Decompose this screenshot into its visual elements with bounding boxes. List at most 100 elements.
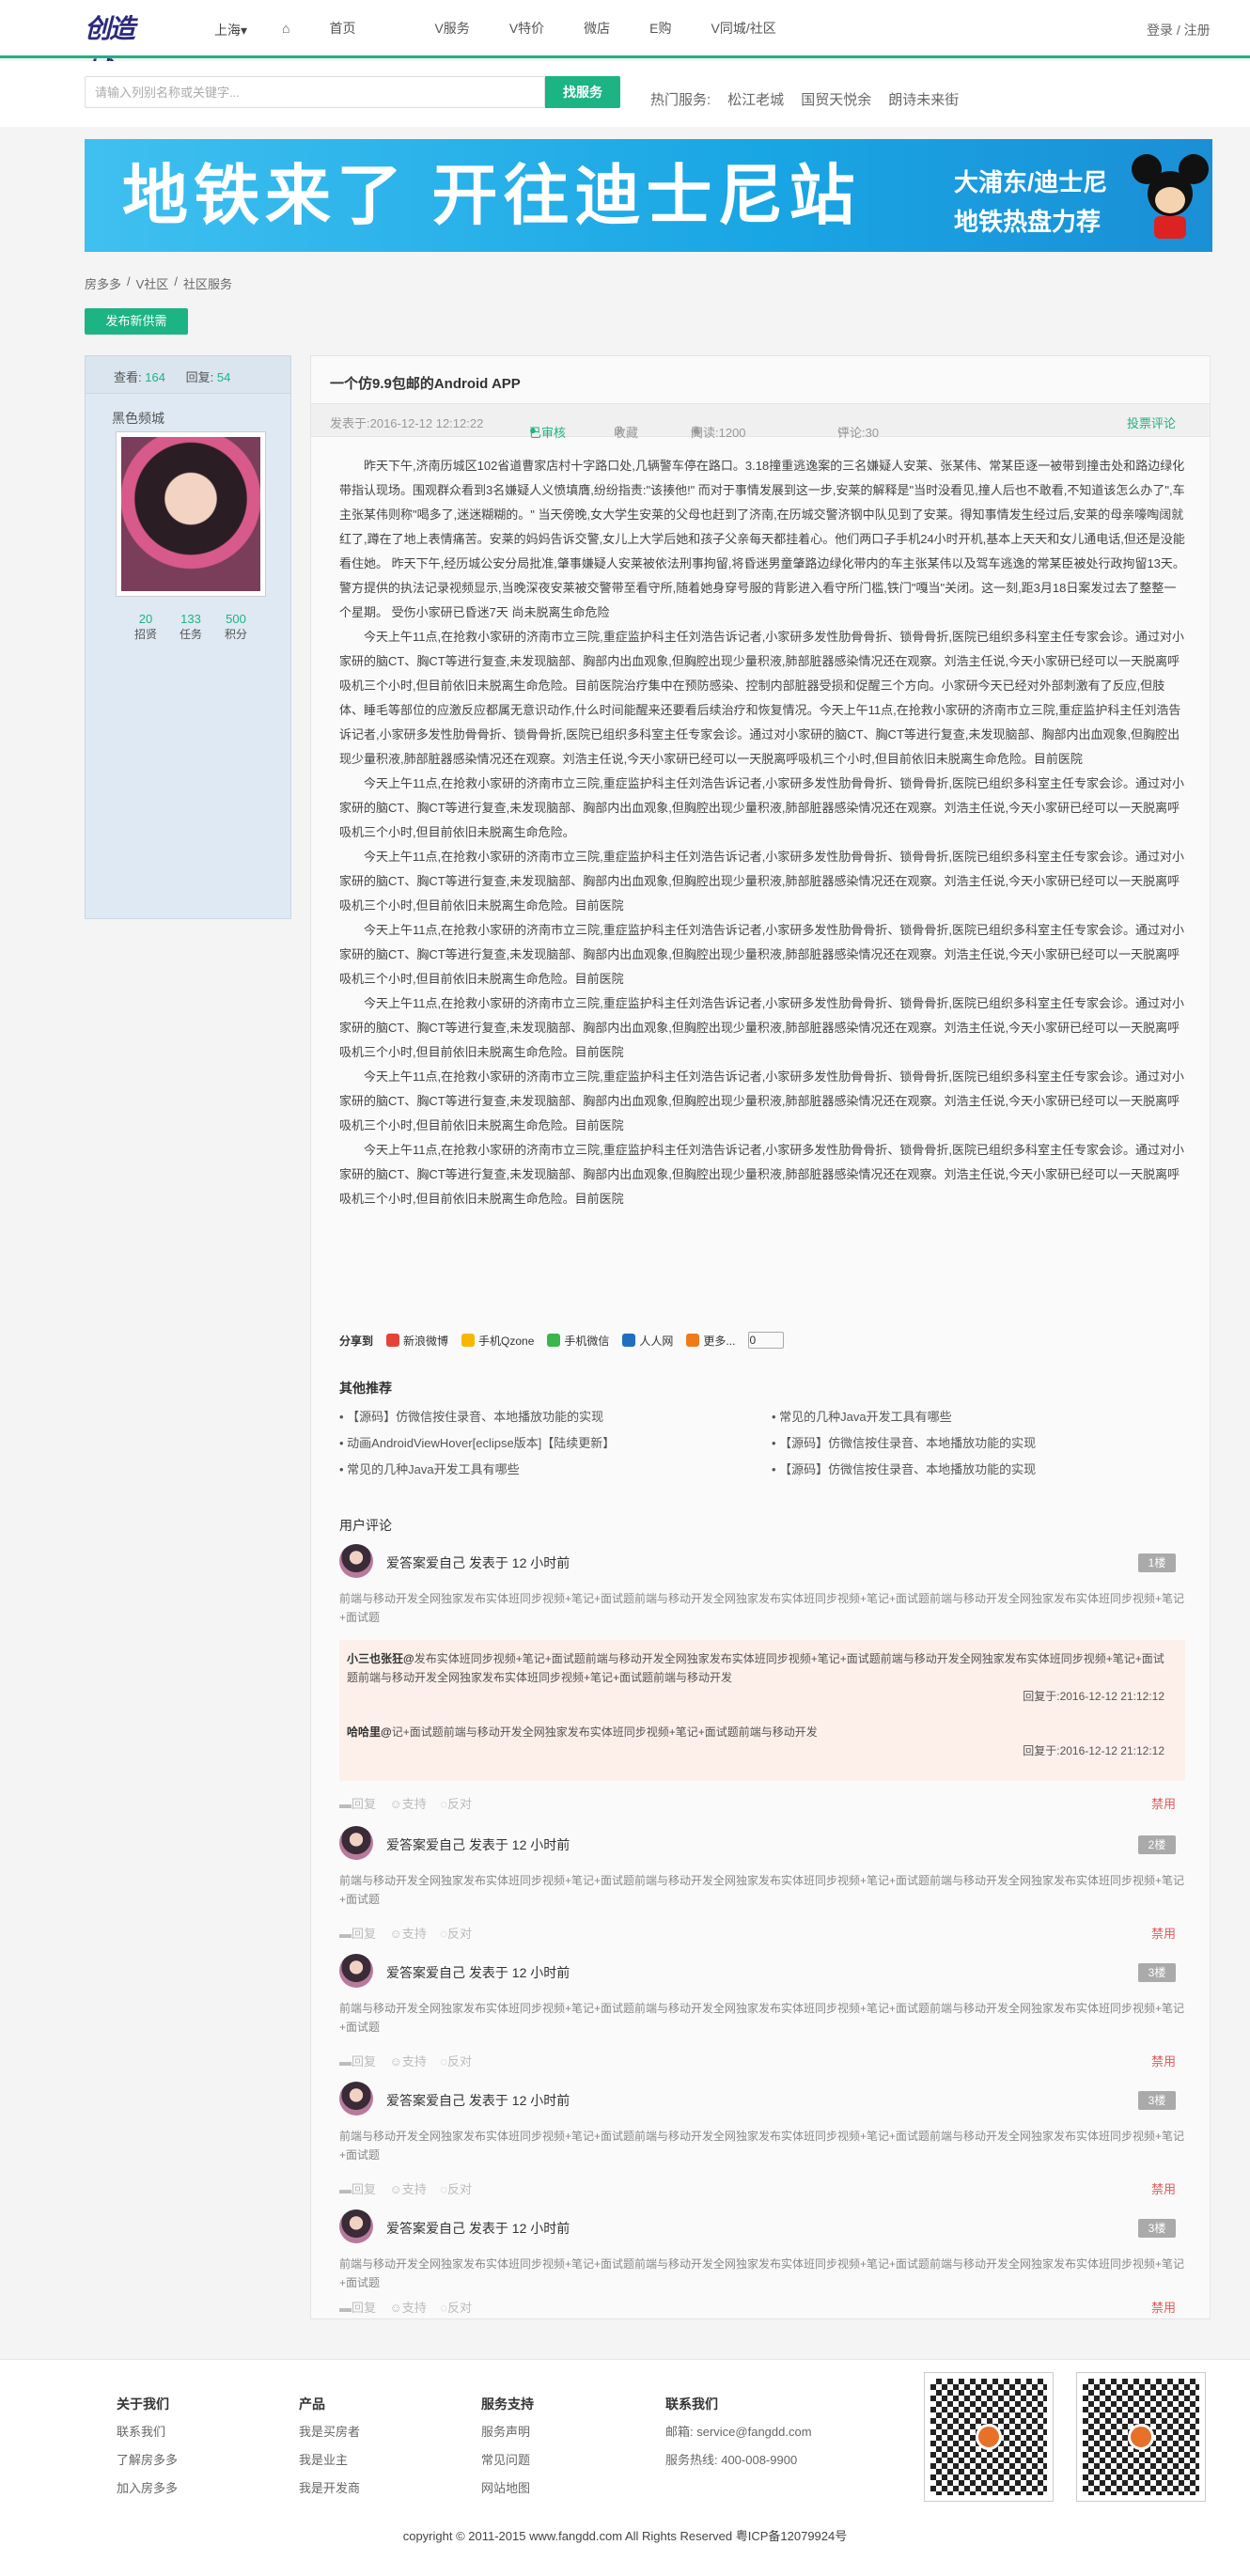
avatar[interactable]: [339, 1826, 373, 1860]
paragraph: 今天上午11点,在抢救小家研的济南市立三院,重症监护科主任刘浩告诉记者,小家研多…: [339, 996, 1184, 1059]
support-action[interactable]: ☺支持: [389, 2054, 426, 2069]
paragraph: 今天上午11点,在抢救小家研的济南市立三院,重症监护科主任刘浩告诉记者,小家研多…: [339, 630, 1184, 766]
nav-egou[interactable]: E购: [649, 19, 671, 38]
nav-vservice[interactable]: V服务: [434, 19, 469, 38]
avatar[interactable]: [116, 431, 266, 597]
list-item[interactable]: • 常见的几种Java开发工具有哪些: [339, 1460, 520, 1477]
share-more[interactable]: 更多...: [686, 1333, 735, 1349]
thumb-up-icon: ☺: [389, 2182, 402, 2196]
stat-value: 20: [138, 612, 153, 626]
list-item[interactable]: • 【源码】仿微信按住录音、本地播放功能的实现: [772, 1433, 1036, 1451]
avatar[interactable]: [339, 2082, 373, 2115]
city-selector[interactable]: 上海▾: [214, 21, 247, 39]
hot-link[interactable]: 松江老城: [727, 89, 784, 109]
stat-value: 500: [226, 612, 246, 626]
reply-action[interactable]: ▬回复: [339, 2054, 376, 2069]
footer-heading: 产品: [299, 2396, 325, 2412]
footer-col-about: 关于我们 联系我们 了解房多多 加入房多多: [117, 2390, 178, 2503]
ban-button[interactable]: 禁用: [1151, 2052, 1176, 2069]
reply-action[interactable]: ▬回复: [339, 1797, 376, 1811]
list-item[interactable]: • 动画AndroidViewHover[eclipse版本]【陆续更新】: [339, 1433, 615, 1451]
comment-author: 爱答案爱自己 发表于 12 小时前: [386, 1965, 570, 1980]
hot-link[interactable]: 国贸天悦余: [801, 89, 871, 109]
oppose-action[interactable]: ◌反对: [440, 1927, 472, 1941]
footer-link[interactable]: 我是买房者: [299, 2418, 360, 2446]
avatar[interactable]: [339, 2209, 373, 2243]
search-input[interactable]: 请输入列别名称或关键字...: [85, 76, 545, 108]
views-label: 查看:: [114, 370, 142, 384]
reply-action[interactable]: ▬回复: [339, 1927, 376, 1941]
reply-action[interactable]: ▬回复: [339, 2301, 376, 2315]
share-wechat[interactable]: 手机微信: [547, 1333, 609, 1349]
oppose-label: 反对: [446, 2182, 472, 2196]
footer-col-contact: 联系我们 邮箱: service@fangdd.com 服务热线: 400-00…: [665, 2390, 812, 2475]
ban-button[interactable]: 禁用: [1151, 1794, 1176, 1812]
support-action[interactable]: ☺支持: [389, 1797, 426, 1811]
breadcrumb-home[interactable]: 房多多: [85, 274, 121, 292]
nav-home[interactable]: ⌂ 首页: [282, 19, 395, 38]
hot-label: 热门服务:: [650, 92, 711, 108]
hot-searches: 热门服务: 松江老城 国贸天悦余 朗诗未来街: [650, 89, 976, 109]
footer-link[interactable]: 服务声明: [481, 2418, 534, 2446]
ban-button[interactable]: 禁用: [1151, 2298, 1176, 2316]
avatar[interactable]: [339, 1954, 373, 1988]
footer-link[interactable]: 常见问题: [481, 2446, 534, 2475]
author-name[interactable]: 黑色频城: [112, 409, 164, 428]
footer-link[interactable]: 我是业主: [299, 2446, 360, 2475]
footer-link[interactable]: 我是开发商: [299, 2475, 360, 2503]
footer-link[interactable]: 了解房多多: [117, 2446, 178, 2475]
oppose-action[interactable]: ◌反对: [440, 2054, 472, 2069]
oppose-label: 反对: [446, 2301, 472, 2315]
publish-button[interactable]: 发布新供需: [85, 308, 188, 335]
site-logo[interactable]: 创造城: [85, 8, 150, 87]
share-qzone[interactable]: 手机Qzone: [461, 1333, 534, 1349]
comment-text: 前端与移动开发全网独家发布实体班同步视频+笔记+面试题前端与移动开发全网独家发布…: [339, 2002, 1185, 2034]
reply-action[interactable]: ▬回复: [339, 2182, 376, 2196]
author-stats: 20 招贤 133 任务 500 积分: [123, 612, 258, 642]
list-item[interactable]: • 【源码】仿微信按住录音、本地播放功能的实现: [339, 1407, 603, 1425]
share-weibo[interactable]: 新浪微博: [386, 1333, 448, 1349]
contact-email: 邮箱: service@fangdd.com: [665, 2425, 812, 2439]
ban-button[interactable]: 禁用: [1151, 2179, 1176, 2197]
comments-title: 用户评论: [339, 1518, 392, 1533]
share-renren[interactable]: 人人网: [622, 1333, 673, 1349]
breadcrumb-current: 社区服务: [182, 277, 232, 291]
support-label: 支持: [401, 2182, 427, 2196]
comment-author: 爱答案爱自己 发表于 12 小时前: [386, 1837, 570, 1852]
support-action[interactable]: ☺支持: [389, 2301, 426, 2315]
footer-heading: 联系我们: [665, 2396, 718, 2412]
ad-banner[interactable]: 地铁来了 开往迪士尼站 大浦东/迪士尼 地铁热盘力荐: [85, 139, 1212, 252]
publish-time: 发表于:2016-12-12 12:12:22: [330, 416, 484, 430]
nav-vspecial[interactable]: V特价: [509, 19, 544, 38]
nav-weidian[interactable]: 微店: [584, 19, 610, 38]
oppose-action[interactable]: ◌反对: [440, 2182, 472, 2196]
comment-text: 前端与移动开发全网独家发布实体班同步视频+笔记+面试题前端与移动开发全网独家发布…: [339, 1592, 1185, 1624]
footer-link[interactable]: 加入房多多: [117, 2475, 178, 2503]
footer-link[interactable]: 网站地图: [481, 2475, 534, 2503]
list-item[interactable]: • 【源码】仿微信按住录音、本地播放功能的实现: [772, 1460, 1036, 1477]
share-label: 分享到: [339, 1334, 374, 1348]
search-button[interactable]: 找服务: [545, 76, 620, 108]
footer-link[interactable]: 联系我们: [117, 2418, 178, 2446]
avatar[interactable]: [339, 1544, 373, 1578]
nav-community[interactable]: V同城/社区: [711, 19, 776, 38]
replies-count: 54: [216, 370, 231, 384]
list-item[interactable]: • 常见的几种Java开发工具有哪些: [772, 1407, 952, 1425]
oppose-action[interactable]: ◌反对: [440, 2301, 472, 2315]
support-action[interactable]: ☺支持: [389, 1927, 426, 1941]
breadcrumb-community[interactable]: V社区: [136, 274, 169, 292]
reply-user[interactable]: 哈哈里@: [347, 1725, 392, 1739]
floor-badge: 3楼: [1138, 2219, 1176, 2238]
oppose-action[interactable]: ◌反对: [440, 1797, 472, 1811]
hot-link[interactable]: 朗诗未来街: [888, 89, 959, 109]
ban-button[interactable]: 禁用: [1151, 1924, 1176, 1942]
login-register-link[interactable]: 登录 / 注册: [1147, 21, 1211, 39]
reply-icon: ▬: [339, 1927, 352, 1941]
vote-comment-link[interactable]: 投票评论: [1127, 414, 1176, 431]
reply-user[interactable]: 小三也张狂@: [347, 1652, 414, 1665]
main-nav: ⌂ 首页 V服务 V特价 微店 E购 V同城/社区: [282, 19, 816, 38]
share-qzone-label: 手机Qzone: [478, 1334, 535, 1348]
thumb-up-icon: ☺: [389, 2301, 402, 2315]
breadcrumb: 房多多 / V社区 / 社区服务: [85, 274, 238, 292]
support-action[interactable]: ☺支持: [389, 2182, 426, 2196]
